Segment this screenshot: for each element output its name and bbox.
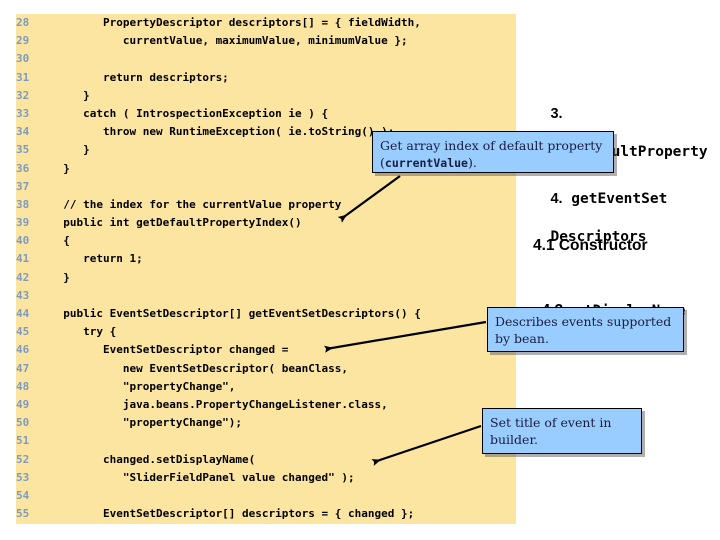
- code-line: 37: [16, 178, 516, 196]
- callout-describes-events-line1: Describes events supported: [495, 314, 672, 329]
- code-line-text: return 1;: [50, 252, 143, 266]
- outline-heading-4-1: 4.1 Constructor: [533, 237, 648, 254]
- code-line-number: 39: [16, 216, 30, 230]
- code-line: 46 EventSetDescriptor changed =: [16, 341, 516, 359]
- code-line: 42 }: [16, 269, 516, 287]
- code-line-text: currentValue, maximumValue, minimumValue…: [50, 34, 408, 48]
- code-line: 29 currentValue, maximumValue, minimumVa…: [16, 32, 516, 50]
- code-line-number: 40: [16, 234, 30, 248]
- callout-default-property-code-term: currentValue: [384, 156, 468, 170]
- code-line-number: 51: [16, 434, 30, 448]
- code-line: 41 return 1;: [16, 250, 516, 268]
- code-line-number: 52: [16, 452, 30, 466]
- code-line-text: {: [50, 234, 70, 248]
- code-line: 30: [16, 50, 516, 68]
- callout-default-property-paren-close: ).: [467, 155, 477, 170]
- code-line-text: }: [50, 270, 70, 284]
- code-line-number: 41: [16, 252, 30, 266]
- code-line: 44 public EventSetDescriptor[] getEventS…: [16, 305, 516, 323]
- callout-set-title-line1: Set title of event in: [490, 415, 612, 430]
- code-line-text: }: [50, 161, 70, 175]
- code-line-number: 49: [16, 397, 30, 411]
- code-line-number: 36: [16, 161, 30, 175]
- callout-default-property-line1: Get array index of default property: [380, 138, 603, 153]
- code-line-number: 44: [16, 307, 30, 320]
- code-line: 45 try {: [16, 323, 516, 341]
- code-line-number: 55: [16, 507, 30, 521]
- outline-heading-3-number: 3.: [550, 106, 563, 122]
- code-line-text: // the index for the currentValue proper…: [50, 197, 342, 211]
- code-line-text: new EventSetDescriptor( beanClass,: [50, 361, 349, 375]
- code-line-number: 46: [16, 343, 30, 357]
- code-line-text: "propertyChange");: [50, 416, 243, 430]
- code-line-number: 50: [16, 416, 30, 430]
- code-line: 54: [16, 487, 516, 505]
- code-line: 52 changed.setDisplayName(: [16, 451, 516, 469]
- code-line: 48 "propertyChange",: [16, 378, 516, 396]
- code-line-text: throw new RuntimeException( ie.toString(…: [50, 125, 395, 139]
- code-line: 50 "propertyChange");: [16, 414, 516, 432]
- code-line: 47 new EventSetDescriptor( beanClass,: [16, 360, 516, 378]
- code-line-number: 31: [16, 70, 30, 84]
- code-line-text: }: [50, 88, 90, 102]
- code-line: 33 catch ( IntrospectionException ie ) {: [16, 105, 516, 123]
- code-line: 32 }: [16, 87, 516, 105]
- code-line-number: 47: [16, 361, 30, 375]
- code-line-number: 53: [16, 470, 30, 484]
- code-line-number: 38: [16, 197, 30, 211]
- code-line-number: 48: [16, 379, 30, 393]
- code-line: 49 java.beans.PropertyChangeListener.cla…: [16, 396, 516, 414]
- callout-default-property: Get array index of default property (cur…: [372, 131, 614, 173]
- code-line-number: 42: [16, 270, 30, 284]
- callout-describes-events: Describes events supported by bean.: [487, 307, 684, 352]
- code-line: 43: [16, 287, 516, 305]
- outline-heading-4-name: getEventSet: [571, 191, 668, 207]
- code-line-number: 45: [16, 325, 30, 339]
- code-line-number: 29: [16, 34, 30, 48]
- code-line-number: 35: [16, 143, 30, 157]
- code-line: 38 // the index for the currentValue pro…: [16, 196, 516, 214]
- code-line: 40 {: [16, 232, 516, 250]
- code-line-number: 54: [16, 488, 30, 502]
- code-line: 28 PropertyDescriptor descriptors[] = { …: [16, 14, 516, 32]
- code-line-number: 33: [16, 106, 30, 120]
- code-line-text: PropertyDescriptor descriptors[] = { fie…: [50, 16, 421, 29]
- code-line: 53 "SliderFieldPanel value changed" );: [16, 469, 516, 487]
- code-line-text: "SliderFieldPanel value changed" );: [50, 470, 355, 484]
- code-line-text: EventSetDescriptor[] descriptors = { cha…: [50, 507, 415, 521]
- code-line-number: 43: [16, 288, 30, 302]
- code-line-text: try {: [50, 325, 117, 339]
- callout-set-title: Set title of event in builder.: [482, 408, 642, 454]
- code-line-text: }: [50, 143, 90, 157]
- code-line-number: 37: [16, 179, 30, 193]
- code-line-number: 30: [16, 52, 30, 66]
- code-line: 31 return descriptors;: [16, 69, 516, 87]
- outline-heading-4: 4. getEventSet Descriptors: [533, 171, 720, 247]
- code-line-text: EventSetDescriptor changed =: [50, 343, 289, 357]
- code-line-text: return descriptors;: [50, 70, 229, 84]
- callout-set-title-line2: builder.: [490, 432, 539, 447]
- code-line: 55 EventSetDescriptor[] descriptors = { …: [16, 505, 516, 523]
- code-line-text: "propertyChange",: [50, 379, 236, 393]
- code-listing-panel: 28 PropertyDescriptor descriptors[] = { …: [16, 14, 516, 524]
- code-line: 39 public int getDefaultPropertyIndex(): [16, 214, 516, 232]
- code-line-number: 28: [16, 16, 30, 29]
- code-line-text: public int getDefaultPropertyIndex(): [50, 216, 302, 230]
- code-line-text: public EventSetDescriptor[] getEventSetD…: [50, 307, 421, 320]
- code-line-number: 32: [16, 88, 30, 102]
- code-line-text: java.beans.PropertyChangeListener.class,: [50, 397, 388, 411]
- callout-describes-events-line2: by bean.: [495, 331, 549, 346]
- code-line-number: 34: [16, 125, 30, 139]
- code-line: 51: [16, 432, 516, 450]
- outline-heading-4-number: 4.: [550, 191, 563, 207]
- code-line-text: catch ( IntrospectionException ie ) {: [50, 106, 329, 120]
- code-line-text: changed.setDisplayName(: [50, 452, 256, 466]
